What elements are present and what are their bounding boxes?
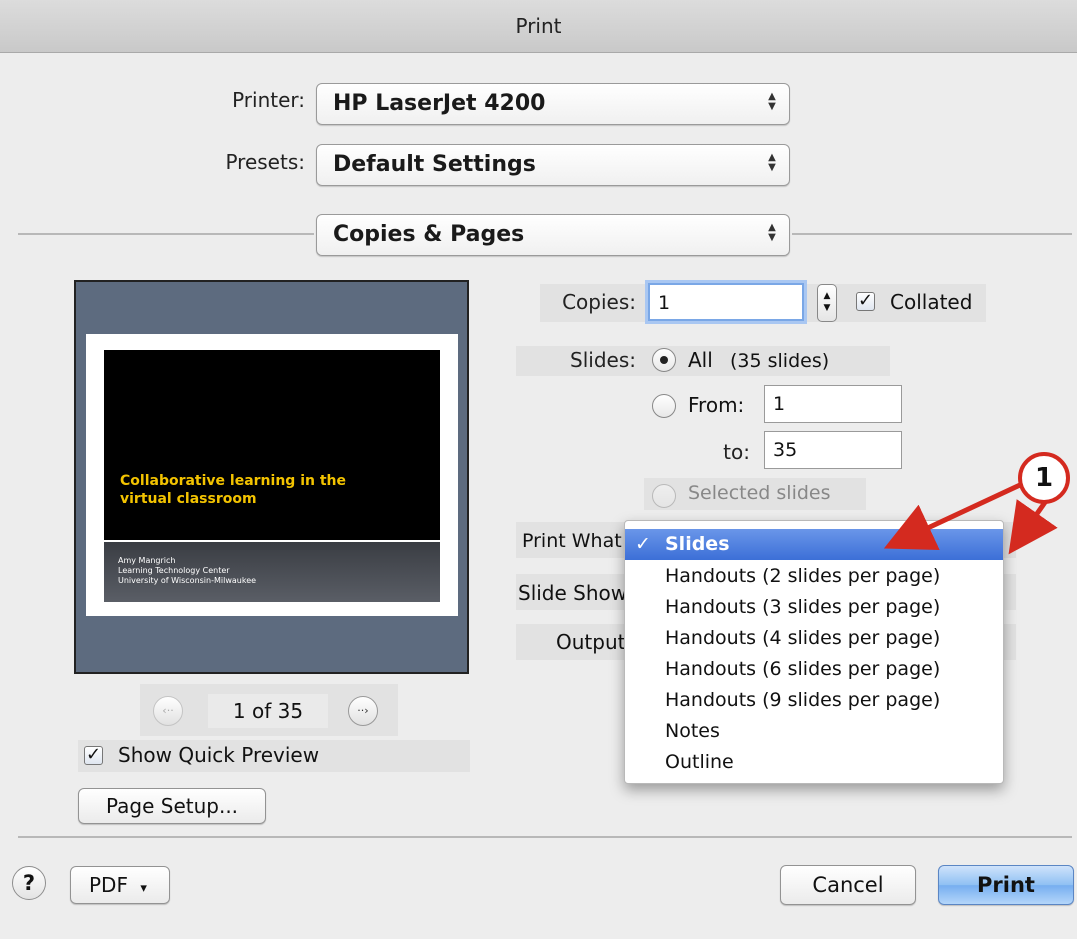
help-button[interactable]: ?: [12, 866, 46, 900]
show-quick-preview-checkbox[interactable]: ✓: [84, 746, 103, 765]
print-button[interactable]: Print: [938, 865, 1074, 905]
slides-all-count: (35 slides): [730, 350, 830, 372]
menu-item-label: Handouts (3 slides per page): [665, 596, 941, 618]
copies-field[interactable]: 1: [648, 283, 804, 321]
presets-label: Presets:: [225, 150, 305, 174]
section-divider-right: [792, 233, 1072, 235]
printer-value: HP LaserJet 4200: [333, 91, 546, 116]
window-title: Print: [515, 14, 562, 38]
menu-item-handouts-4[interactable]: Handouts (4 slides per page): [625, 623, 1003, 654]
presets-popup[interactable]: Default Settings ▲ ▼: [316, 144, 790, 186]
printer-popup[interactable]: HP LaserJet 4200 ▲ ▼: [316, 83, 790, 125]
callout-badge: 1: [1018, 452, 1070, 504]
printer-label: Printer:: [232, 88, 305, 112]
preview-slide-body: [104, 350, 440, 540]
next-page-button[interactable]: ··›: [348, 696, 378, 726]
collated-checkbox[interactable]: ✓: [856, 292, 875, 311]
slides-label: Slides:: [570, 348, 636, 372]
preview-slide-author: Amy Mangrich: [118, 556, 176, 565]
preview-slide-title: Collaborative learning in the virtual cl…: [120, 473, 346, 507]
slides-from-label: From:: [688, 393, 745, 417]
print-what-label: Print What: [522, 530, 622, 552]
previous-page-button[interactable]: ‹··: [153, 696, 183, 726]
menu-item-label: Handouts (4 slides per page): [665, 627, 941, 649]
slides-all-radio[interactable]: [652, 348, 676, 372]
next-arrow-icon: ··›: [357, 704, 369, 717]
checkmark-icon: ✓: [635, 533, 651, 555]
slides-from-radio[interactable]: [652, 394, 676, 418]
presets-value: Default Settings: [333, 152, 536, 177]
slide-show-label: Slide Show: [518, 581, 628, 605]
pdf-label: PDF: [89, 873, 128, 897]
menu-item-handouts-6[interactable]: Handouts (6 slides per page): [625, 654, 1003, 685]
section-value: Copies & Pages: [333, 222, 525, 247]
menu-item-label: Notes: [665, 720, 720, 742]
page-setup-button[interactable]: Page Setup...: [78, 788, 266, 824]
menu-item-label: Handouts (9 slides per page): [665, 689, 941, 711]
menu-item-handouts-9[interactable]: Handouts (9 slides per page): [625, 685, 1003, 716]
menu-item-label: Slides: [665, 533, 730, 555]
output-label: Output: [556, 630, 626, 654]
selected-slides-label: Selected slides: [688, 482, 831, 504]
show-quick-preview-label: Show Quick Preview: [118, 743, 320, 767]
popup-arrows-icon: ▲ ▼: [768, 222, 776, 243]
cancel-button[interactable]: Cancel: [780, 865, 916, 905]
selected-slides-radio[interactable]: [652, 484, 676, 508]
menu-item-label: Outline: [665, 751, 734, 773]
window-titlebar: Print: [0, 0, 1077, 53]
dropdown-arrow-icon: ▾: [140, 881, 147, 896]
slides-from-field[interactable]: 1: [764, 385, 902, 423]
copies-stepper[interactable]: ▲ ▼: [817, 284, 837, 322]
page-indicator: 1 of 35: [208, 694, 328, 728]
preview-slide-org2: University of Wisconsin-Milwaukee: [118, 576, 257, 585]
menu-item-handouts-3[interactable]: Handouts (3 slides per page): [625, 592, 1003, 623]
bottom-divider: [18, 836, 1072, 838]
collated-label: Collated: [890, 290, 973, 314]
preview-slide-org1: Learning Technology Center: [118, 566, 230, 575]
pdf-menu-button[interactable]: PDF ▾: [70, 866, 170, 904]
previous-arrow-icon: ‹··: [162, 704, 174, 717]
slides-all-label: All: [688, 348, 713, 372]
section-divider-left: [18, 233, 314, 235]
popup-arrows-icon: ▲ ▼: [768, 152, 776, 173]
slides-to-label: to:: [723, 440, 750, 464]
menu-item-label: Handouts (6 slides per page): [665, 658, 941, 680]
menu-item-outline[interactable]: Outline: [625, 747, 1003, 778]
menu-item-notes[interactable]: Notes: [625, 716, 1003, 747]
section-popup[interactable]: Copies & Pages ▲ ▼: [316, 214, 790, 256]
popup-arrows-icon: ▲ ▼: [768, 91, 776, 112]
copies-label: Copies:: [562, 290, 636, 314]
